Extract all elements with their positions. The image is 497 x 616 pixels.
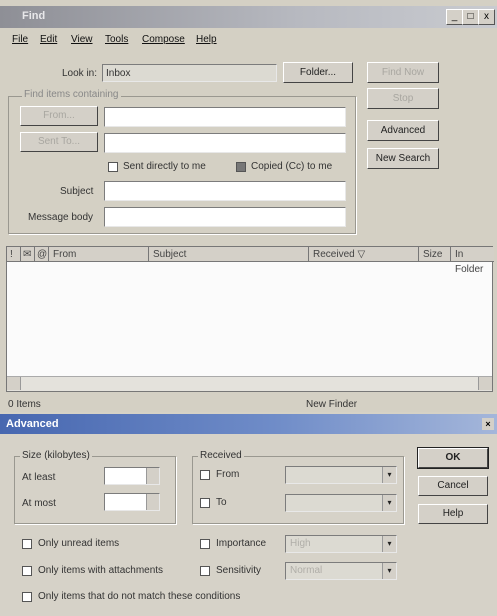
copied-checkbox[interactable]	[236, 162, 246, 172]
col-icon[interactable]: ✉	[21, 247, 35, 262]
cancel-button[interactable]: Cancel	[418, 476, 488, 496]
only-unread-label: Only unread items	[38, 538, 120, 549]
col-in-folder[interactable]: In Folder	[451, 247, 494, 275]
status-items: 0 Items	[8, 399, 41, 410]
not-match-label: Only items that do not match these condi…	[38, 591, 241, 602]
look-in-label: Look in:	[62, 68, 98, 79]
menu-edit[interactable]: Edit	[40, 34, 57, 45]
sensitivity-value: Normal	[290, 565, 323, 576]
received-to-label: To	[216, 497, 227, 508]
at-most-spin-icon[interactable]	[146, 494, 159, 510]
col-subject[interactable]: Subject	[149, 247, 309, 262]
at-least-label: At least	[22, 472, 56, 483]
only-attachments-label: Only items with attachments	[38, 565, 164, 576]
minimize-icon[interactable]: _	[446, 9, 463, 25]
received-from-checkbox[interactable]	[200, 470, 210, 480]
title-bar: Find _ □ x	[0, 6, 497, 28]
advanced-title-bar: Advanced ×	[0, 414, 497, 434]
from-date-dropdown-icon[interactable]: ▾	[382, 467, 396, 483]
sent-to-input[interactable]	[104, 133, 346, 153]
stop-button[interactable]: Stop	[367, 88, 439, 109]
at-most-label: At most	[22, 498, 56, 509]
advanced-button[interactable]: Advanced	[367, 120, 439, 141]
sensitivity-checkbox[interactable]	[200, 566, 210, 576]
sensitivity-select[interactable]: Normal ▾	[285, 562, 397, 580]
col-importance[interactable]: !	[7, 247, 21, 262]
advanced-title: Advanced	[6, 418, 59, 430]
scroll-right-icon[interactable]	[478, 377, 492, 390]
at-most-spinner[interactable]	[104, 493, 160, 511]
received-to-checkbox[interactable]	[200, 498, 210, 508]
look-in-value: Inbox	[106, 68, 131, 79]
menu-compose[interactable]: Compose	[142, 34, 185, 45]
received-group-label: Received	[198, 450, 244, 461]
close-icon[interactable]: x	[478, 9, 495, 25]
new-search-button[interactable]: New Search	[367, 148, 439, 169]
sensitivity-label: Sensitivity	[216, 565, 262, 576]
importance-select[interactable]: High ▾	[285, 535, 397, 553]
importance-value: High	[290, 538, 311, 549]
message-body-label: Message body	[28, 212, 94, 223]
subject-input[interactable]	[104, 181, 346, 201]
copied-label: Copied (Cc) to me	[251, 161, 333, 172]
importance-label: Importance	[216, 538, 267, 549]
scroll-left-icon[interactable]	[7, 377, 21, 390]
maximize-icon[interactable]: □	[462, 9, 479, 25]
advanced-dialog: Advanced × Size (kilobytes) At least At …	[0, 414, 497, 616]
size-group-label: Size (kilobytes)	[20, 450, 92, 461]
received-from-date[interactable]: ▾	[285, 466, 397, 484]
find-window: Find _ □ x File Edit View Tools Compose …	[0, 0, 497, 412]
menu-bar: File Edit View Tools Compose Help	[0, 30, 497, 48]
message-body-input[interactable]	[104, 207, 346, 227]
not-match-checkbox[interactable]	[22, 592, 32, 602]
importance-dropdown-icon[interactable]: ▾	[382, 536, 396, 552]
received-from-label: From	[216, 469, 240, 480]
received-to-date[interactable]: ▾	[285, 494, 397, 512]
menu-file[interactable]: File	[12, 34, 28, 45]
col-attachment[interactable]: @	[35, 247, 49, 262]
advanced-close-icon[interactable]: ×	[482, 418, 494, 430]
ok-button[interactable]: OK	[417, 447, 489, 469]
menu-help[interactable]: Help	[196, 34, 217, 45]
only-attachments-checkbox[interactable]	[22, 566, 32, 576]
menu-view[interactable]: View	[71, 34, 93, 45]
find-items-label: Find items containing	[22, 89, 121, 100]
sensitivity-dropdown-icon[interactable]: ▾	[382, 563, 396, 579]
only-unread-checkbox[interactable]	[22, 539, 32, 549]
folder-button[interactable]: Folder...	[283, 62, 353, 83]
col-received[interactable]: Received ▽	[309, 247, 419, 262]
to-date-dropdown-icon[interactable]: ▾	[382, 495, 396, 511]
importance-checkbox[interactable]	[200, 539, 210, 549]
sent-directly-label: Sent directly to me	[123, 161, 206, 172]
sent-directly-checkbox[interactable]	[108, 162, 118, 172]
status-bar: 0 Items New Finder	[6, 397, 493, 412]
results-list[interactable]: ! ✉ @ From Subject Received ▽ Size In Fo…	[6, 246, 494, 392]
window-title: Find	[22, 10, 46, 22]
at-least-spinner[interactable]	[104, 467, 160, 485]
find-now-button[interactable]: Find Now	[367, 62, 439, 83]
col-size[interactable]: Size	[419, 247, 451, 262]
from-input[interactable]	[104, 107, 346, 127]
col-from[interactable]: From	[49, 247, 149, 262]
subject-label: Subject	[60, 186, 94, 197]
from-button[interactable]: From...	[20, 106, 98, 126]
help-button[interactable]: Help	[418, 504, 488, 524]
menu-tools[interactable]: Tools	[105, 34, 128, 45]
sent-to-button[interactable]: Sent To...	[20, 132, 98, 152]
at-least-spin-icon[interactable]	[146, 468, 159, 484]
look-in-field[interactable]: Inbox	[102, 64, 277, 82]
horizontal-scrollbar[interactable]	[7, 376, 492, 391]
status-right: New Finder	[306, 399, 358, 410]
